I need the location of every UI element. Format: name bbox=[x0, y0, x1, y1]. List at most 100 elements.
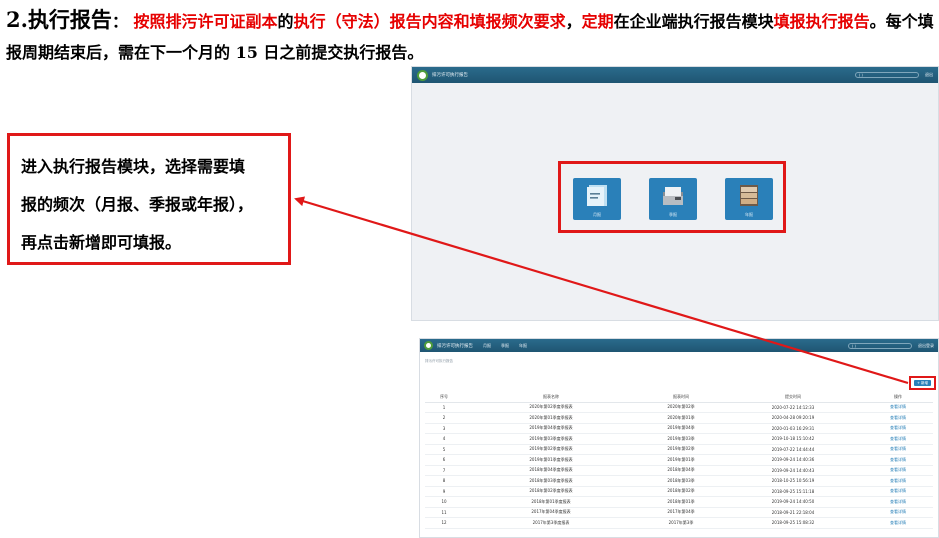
nav-monthly[interactable]: 月报 bbox=[483, 343, 491, 349]
tile-yearly-label: 年报 bbox=[745, 212, 753, 217]
submit-time: 2018-09-25 15:11:18 bbox=[723, 486, 863, 497]
submit-time: 2020-04-28 09:20:19 bbox=[723, 412, 863, 424]
report-period: 2019年第02季 bbox=[639, 444, 723, 455]
submit-time: 2019-09-24 14:40:50 bbox=[723, 496, 863, 508]
submit-time: 2020-07-22 14:12:33 bbox=[723, 402, 863, 413]
table-row: 5 2019年第02季度季报表 2019年第02季 2019-07-22 14:44:… bbox=[425, 444, 933, 455]
report-name: 2019年第01季度季报表 bbox=[463, 454, 639, 466]
report-name: 2018年第02季度季报表 bbox=[463, 486, 639, 497]
report-period: 2017年第3季 bbox=[639, 517, 723, 529]
col-header: 序号 bbox=[425, 393, 463, 403]
row-number: 7 bbox=[425, 465, 463, 476]
nav-quarterly[interactable]: 季报 bbox=[501, 343, 509, 349]
app-title-2: 排污许可执行报告 bbox=[437, 343, 473, 349]
row-number: 2 bbox=[425, 412, 463, 424]
table-row: 1 2020年第02季度季报表 2020年第02季 2020-07-22 14:12:… bbox=[425, 402, 933, 413]
app-logo-icon bbox=[417, 69, 428, 81]
drawer-cabinet-icon bbox=[740, 185, 758, 206]
view-details-link[interactable]: 查看详情 bbox=[863, 496, 933, 508]
add-button[interactable]: + 新增 bbox=[914, 380, 931, 386]
instruction-heading: 2.执行报告： 按照排污许可证副本的执行（守法）报告内容和填报频次要求，定期在企… bbox=[6, 4, 936, 68]
heading-black-1: 的 bbox=[277, 12, 294, 31]
tile-quarterly[interactable]: 季报 bbox=[649, 178, 697, 220]
col-header: 操作 bbox=[863, 393, 933, 403]
view-details-link[interactable]: 查看详情 bbox=[863, 465, 933, 476]
callout-line-2: 报的频次（月报、季报或年报）， bbox=[21, 195, 254, 214]
row-number: 5 bbox=[425, 444, 463, 455]
submit-time: 2019-09-24 14:40:43 bbox=[723, 465, 863, 476]
tile-monthly[interactable]: 月报 bbox=[573, 178, 621, 220]
table-row: 10 2018年第01季度报表 2018年第01季 2019-09-24 14:40:… bbox=[425, 496, 933, 508]
report-period: 2018年第04季 bbox=[639, 465, 723, 476]
view-details-link[interactable]: 查看详情 bbox=[863, 507, 933, 518]
section-title: 执行报告 bbox=[27, 7, 112, 32]
report-name: 2018年第03季度季报表 bbox=[463, 475, 639, 487]
heading-colon: ： bbox=[111, 12, 128, 31]
table-row: 6 2019年第01季度季报表 2019年第01季 2019-09-24 14:40:… bbox=[425, 454, 933, 466]
report-period: 2020年第02季 bbox=[639, 402, 723, 413]
view-details-link[interactable]: 查看详情 bbox=[863, 444, 933, 455]
view-details-link[interactable]: 查看详情 bbox=[863, 433, 933, 445]
user-selector-2[interactable]: ( ) bbox=[848, 342, 912, 349]
callout-box: 进入执行报告模块，选择需要填 报的频次（月报、季报或年报）， 再点击新增即可填报… bbox=[7, 133, 291, 265]
view-details-link[interactable]: 查看详情 bbox=[863, 475, 933, 487]
col-header: 提交时间 bbox=[723, 393, 863, 403]
heading-red-3: 定期 bbox=[581, 12, 614, 31]
table-row: 9 2018年第02季度季报表 2018年第02季 2018-09-25 15:11:… bbox=[425, 486, 933, 497]
nav-yearly[interactable]: 年报 bbox=[519, 343, 527, 349]
col-header: 报表名称 bbox=[463, 393, 639, 403]
top-bar-2: 排污许可执行报告 月报 季报 年报 ( ) 退出登录 bbox=[420, 339, 938, 352]
file-box-icon bbox=[663, 187, 683, 205]
tile-monthly-label: 月报 bbox=[593, 212, 601, 217]
view-details-link[interactable]: 查看详情 bbox=[863, 517, 933, 529]
callout-line-3: 再点击新增即可填报。 bbox=[21, 233, 182, 252]
user-selector[interactable]: ( ) bbox=[855, 72, 919, 78]
report-period: 2019年第04季 bbox=[639, 423, 723, 434]
breadcrumb: 排污许可执行报告 bbox=[425, 359, 453, 363]
add-highlight: + 新增 bbox=[909, 376, 936, 390]
table-row: 8 2018年第03季度季报表 2018年第03季 2018-10-25 10:56:… bbox=[425, 475, 933, 487]
row-number: 8 bbox=[425, 475, 463, 487]
table-row: 7 2018年第04季度季报表 2018年第04季 2019-09-24 14:40:… bbox=[425, 465, 933, 476]
view-details-link[interactable]: 查看详情 bbox=[863, 486, 933, 497]
submit-time: 2020-01-03 16:29:31 bbox=[723, 423, 863, 434]
submit-time: 2019-09-24 14:40:36 bbox=[723, 454, 863, 466]
report-period: 2020年第01季 bbox=[639, 412, 723, 424]
report-name: 2020年第02季度季报表 bbox=[463, 402, 639, 413]
row-number: 9 bbox=[425, 486, 463, 497]
table-body: 1 2020年第02季度季报表 2020年第02季 2020-07-22 14:12:… bbox=[425, 402, 933, 529]
report-period: 2018年第03季 bbox=[639, 475, 723, 487]
col-header: 报表时间 bbox=[639, 393, 723, 403]
table-row: 11 2017年第04季度报表 2017年第04季 2018-09-21 22:18:… bbox=[425, 507, 933, 518]
report-period: 2018年第01季 bbox=[639, 496, 723, 508]
submit-time: 2019-07-22 14:44:44 bbox=[723, 444, 863, 455]
submit-time: 2018-09-25 15:08:32 bbox=[723, 517, 863, 529]
report-name: 2017年第3季度报表 bbox=[463, 517, 639, 529]
report-period: 2017年第04季 bbox=[639, 507, 723, 518]
row-number: 4 bbox=[425, 433, 463, 445]
table-row: 3 2019年第04季度季报表 2019年第04季 2020-01-03 16:29:… bbox=[425, 423, 933, 434]
report-period: 2019年第01季 bbox=[639, 454, 723, 466]
table-row: 12 2017年第3季度报表 2017年第3季 2018-09-25 15:08:32… bbox=[425, 517, 933, 529]
view-details-link[interactable]: 查看详情 bbox=[863, 423, 933, 434]
table-header-row: 序号 报表名称 报表时间 提交时间 操作 bbox=[425, 393, 933, 403]
report-period: 2019年第03季 bbox=[639, 433, 723, 445]
heading-red-1: 按照排污许可证副本 bbox=[133, 12, 278, 31]
screenshot-report-module: 排污许可执行报告 ( ) 退出 月报 季报 年报 bbox=[411, 66, 939, 321]
table-row: 4 2019年第03季度季报表 2019年第03季 2019-10-18 15:10:… bbox=[425, 433, 933, 445]
view-details-link[interactable]: 查看详情 bbox=[863, 402, 933, 413]
view-details-link[interactable]: 查看详情 bbox=[863, 412, 933, 424]
logout-link[interactable]: 退出 bbox=[925, 72, 933, 78]
heading-red-4: 填报执行报告 bbox=[773, 12, 870, 31]
tile-yearly[interactable]: 年报 bbox=[725, 178, 773, 220]
section-number: 2. bbox=[6, 7, 28, 32]
submit-time: 2019-10-18 15:10:42 bbox=[723, 433, 863, 445]
logout-link-2[interactable]: 退出登录 bbox=[918, 343, 934, 349]
submit-time: 2018-09-21 22:18:04 bbox=[723, 507, 863, 518]
app-title: 排污许可执行报告 bbox=[432, 73, 468, 78]
view-details-link[interactable]: 查看详情 bbox=[863, 454, 933, 466]
report-name: 2018年第01季度报表 bbox=[463, 496, 639, 508]
callout-line-1: 进入执行报告模块，选择需要填 bbox=[21, 157, 246, 176]
heading-black-2: ， bbox=[565, 12, 582, 31]
row-number: 10 bbox=[425, 496, 463, 508]
